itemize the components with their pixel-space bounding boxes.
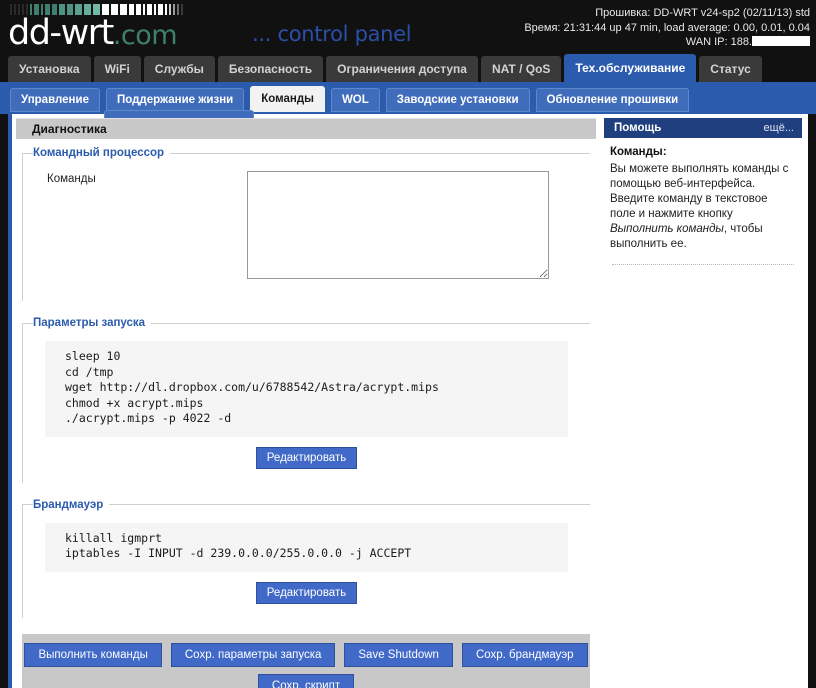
main-content: Диагностика Командный процессор Команды …	[12, 110, 600, 688]
sub-tab-1[interactable]: Поддержание жизни	[105, 88, 245, 112]
barcode-bar	[169, 4, 171, 15]
main-tab-bar: Установка WiFi Службы Безопасность Ограничен…	[0, 52, 816, 82]
barcode-bar	[165, 4, 167, 15]
main-tab-label: Ограничения доступа	[337, 62, 467, 76]
help-body: Команды: Вы можете выполнять команды с п…	[604, 138, 802, 265]
barcode-bar	[177, 4, 179, 15]
barcode-bar	[147, 4, 152, 15]
system-info: Прошивка: DD-WRT v24-sp2 (02/11/13) std …	[524, 6, 810, 50]
action-row-secondary: Сохр. скрипт	[22, 673, 590, 688]
wan-ip-redaction	[752, 36, 810, 46]
firewall-edit-row: Редактировать	[33, 572, 580, 606]
firewall-section: Брандмауэр killall igmprt iptables -I IN…	[22, 498, 590, 618]
main-tab-6[interactable]: Тех.обслуживание	[564, 54, 697, 82]
action-bar: Выполнить команды Сохр. параметры запуска…	[22, 633, 590, 688]
wan-ip-label: WAN IP: 188.	[685, 36, 752, 48]
edit-firewall-button[interactable]: Редактировать	[255, 581, 358, 604]
edit-startup-button[interactable]: Редактировать	[255, 446, 358, 469]
help-title: Помощь	[614, 122, 662, 134]
main-tab-label: Тех.обслуживание	[575, 61, 686, 75]
sub-tab-3[interactable]: WOL	[330, 88, 380, 112]
logo-text: dd-wrt.com	[8, 16, 183, 53]
startup-section: Параметры запуска sleep 10 cd /tmp wget …	[22, 317, 590, 483]
action-button-2[interactable]: Save Shutdown	[344, 642, 453, 667]
barcode-bar	[129, 4, 134, 15]
main-tab-label: Установка	[19, 62, 80, 76]
left-gutter	[0, 114, 8, 688]
logo-suffix: .com	[112, 20, 178, 51]
commands-label: Команды	[47, 173, 96, 185]
main-tab-0[interactable]: Установка	[8, 56, 91, 82]
sub-tab-2[interactable]: Команды	[250, 86, 325, 112]
help-text-before: Вы можете выполнять команды с помощью ве…	[610, 163, 789, 220]
help-more-link[interactable]: ещё...	[764, 122, 794, 134]
firewall-script: killall igmprt iptables -I INPUT -d 239.…	[45, 522, 568, 572]
help-panel: Помощь ещё... Команды: Вы можете выполня…	[600, 114, 808, 688]
main-tab-2[interactable]: Службы	[143, 56, 215, 82]
main-tab-7[interactable]: Статус	[699, 56, 762, 82]
startup-legend: Параметры запуска	[33, 317, 146, 329]
barcode-bar	[154, 4, 156, 15]
help-divider	[612, 264, 794, 265]
main-tab-5[interactable]: NAT / QoS	[480, 56, 562, 82]
startup-edit-row: Редактировать	[33, 437, 580, 471]
page-header: dd-wrt.com ... control panel Прошивка: D…	[0, 0, 816, 52]
barcode-bar	[136, 4, 141, 15]
main-tab-label: NAT / QoS	[491, 62, 551, 76]
startup-script: sleep 10 cd /tmp wget http://dl.dropbox.…	[45, 341, 568, 437]
main-tab-label: Статус	[710, 62, 751, 76]
main-tab-label: Безопасность	[228, 62, 313, 76]
sub-tab-0[interactable]: Управление	[10, 88, 100, 112]
brand-logo: dd-wrt.com	[8, 2, 183, 53]
sub-tab-5[interactable]: Обновление прошивки	[535, 88, 690, 112]
sub-tab-label: Заводские установки	[396, 94, 519, 106]
command-shell-section: Командный процессор Команды	[22, 147, 590, 301]
main-tab-4[interactable]: Ограничения доступа	[326, 56, 478, 82]
right-gutter	[808, 114, 816, 688]
help-section-title: Команды:	[610, 146, 667, 158]
sub-tab-label: Команды	[261, 93, 314, 105]
main-tab-1[interactable]: WiFi	[93, 56, 141, 82]
firmware-line: Прошивка: DD-WRT v24-sp2 (02/11/13) std	[595, 7, 810, 19]
wan-ip-line: WAN IP: 188.	[524, 35, 810, 50]
firewall-legend: Брандмауэр	[33, 498, 104, 511]
barcode-bar	[173, 4, 175, 15]
action-row-primary: Выполнить команды Сохр. параметры запуска…	[22, 642, 590, 667]
barcode-bar	[120, 4, 127, 15]
main-tab-3[interactable]: Безопасность	[217, 56, 324, 82]
sub-tab-label: WOL	[341, 94, 369, 106]
barcode-bar	[181, 4, 183, 15]
help-header: Помощь ещё...	[604, 118, 802, 138]
control-panel-slogan: ... control panel	[252, 22, 412, 46]
page-body: Диагностика Командный процессор Команды …	[0, 110, 816, 688]
sub-tab-label: Поддержание жизни	[116, 94, 234, 106]
commands-input[interactable]	[247, 171, 549, 279]
command-shell-legend: Командный процессор	[33, 147, 165, 159]
action-button-1[interactable]: Сохр. параметры запуска	[170, 642, 336, 667]
help-emphasis: Выполнить команды	[610, 223, 724, 235]
help-text: Вы можете выполнять команды с помощью ве…	[610, 162, 796, 252]
barcode-bar	[158, 4, 163, 15]
action-button-3[interactable]: Сохр. брандмауэр	[461, 642, 588, 667]
action-button-secondary-0[interactable]: Сохр. скрипт	[257, 673, 355, 688]
uptime-line: Время: 21:31:44 up 47 min, load average:…	[524, 21, 810, 34]
barcode-bar	[143, 4, 145, 15]
sub-tab-label: Управление	[21, 94, 89, 106]
logo-main: dd-wrt	[8, 13, 114, 53]
sub-tab-4[interactable]: Заводские установки	[385, 88, 530, 112]
main-tab-label: Службы	[154, 62, 204, 76]
action-button-0[interactable]: Выполнить команды	[24, 642, 162, 667]
page-title: Диагностика	[16, 118, 596, 139]
content-inner: Командный процессор Команды Параметры за…	[12, 139, 600, 618]
commands-field-row: Команды	[33, 165, 580, 289]
sub-tab-label: Обновление прошивки	[546, 94, 679, 106]
main-tab-label: WiFi	[104, 62, 130, 76]
